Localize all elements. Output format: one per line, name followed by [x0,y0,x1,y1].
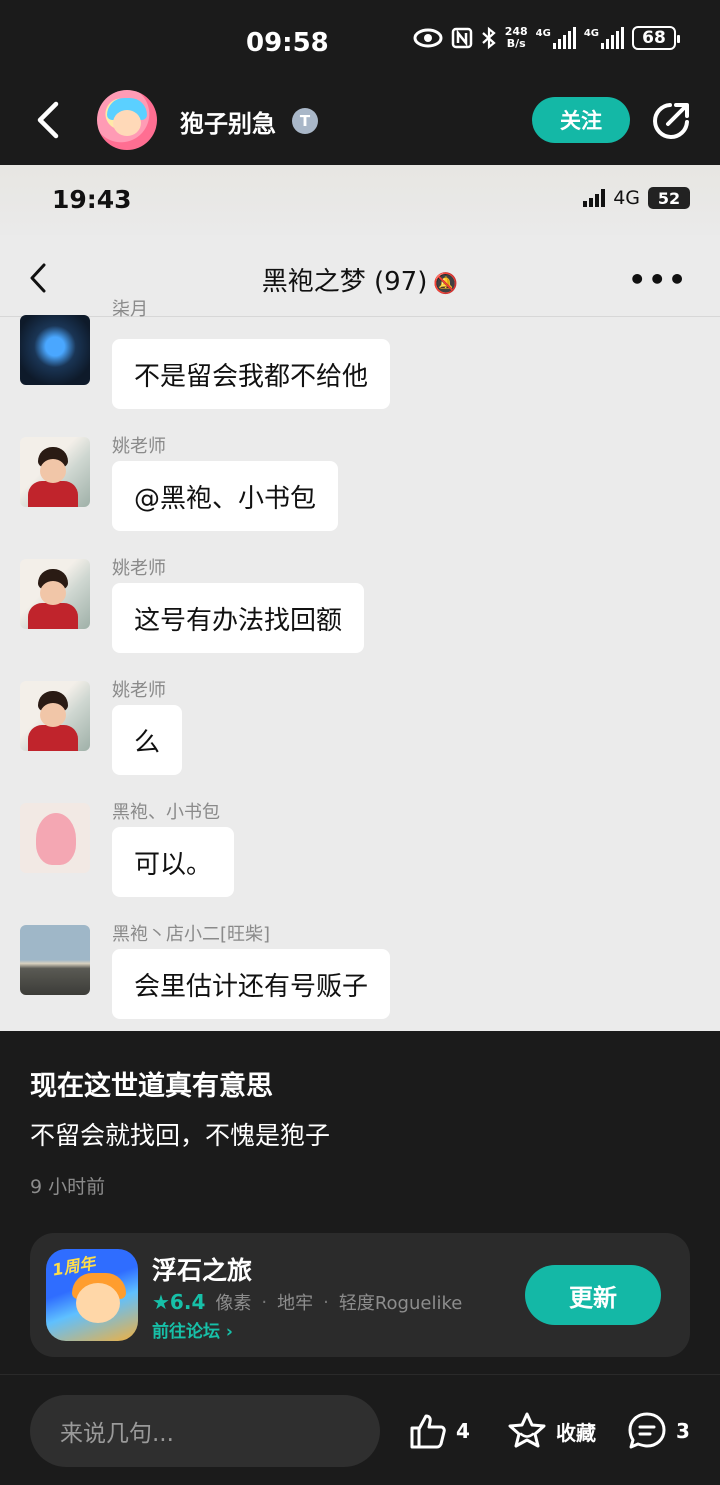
game-meta: ★6.4 像素 · 地牢 · 轻度Roguelike [152,1289,462,1315]
comment-button[interactable]: 3 [626,1408,690,1454]
sender-avatar [20,803,90,873]
follow-button[interactable]: 关注 [532,97,630,143]
inner-time: 19:43 [52,185,132,214]
chat-message: 姚老师 么 [0,676,720,786]
system-status-bar: 09:58 248 B/s 4G 4G 68 [0,0,720,80]
post-header: 狍子别急 T 关注 [0,82,720,164]
signal-2-icon: 4G [584,27,624,49]
chat-message: 柒月 不是留会我都不给他 [0,299,720,413]
star-icon [508,1412,546,1448]
chat-message: 姚老师 @黑袍、小书包 [0,432,720,542]
author-name[interactable]: 狍子别急 [180,104,276,139]
game-name[interactable]: 浮石之旅 [152,1251,252,1287]
sender-name: 黑袍丶店小二[旺柴] [112,924,271,945]
post-timestamp: 9 小时前 [30,1176,106,1198]
message-bubble: 可以。 [112,827,235,897]
game-tag: 轻度Roguelike [338,1293,463,1314]
status-icons: 248 B/s 4G 4G 68 [413,25,680,50]
sender-name: 柒月 [112,299,148,320]
chat-message: 黑袍、小书包 可以。 [0,798,720,908]
nfc-icon [451,27,472,49]
sender-name: 姚老师 [112,436,166,457]
sender-name: 姚老师 [112,558,166,579]
tag-separator: · [323,1291,329,1313]
inner-signal-icon [583,189,606,207]
message-bubble: @黑袍、小书包 [112,461,339,531]
network-speed: 248 B/s [504,25,528,50]
game-icon[interactable]: 1周年 [46,1249,138,1341]
sender-avatar [20,681,90,751]
bluetooth-icon [481,26,496,50]
share-icon[interactable] [650,100,692,142]
back-arrow-icon[interactable] [30,98,70,142]
chat-message: 黑袍丶店小二[旺柴] 会里估计还有号贩子 [0,920,720,1030]
game-tag: 像素 [215,1293,252,1314]
sender-name: 姚老师 [112,680,166,701]
favorite-label: 收藏 [556,1420,596,1445]
comment-bubble-icon [628,1412,666,1449]
message-bubble: 不是留会我都不给他 [112,339,391,409]
chat-more-icon: ••• [628,263,688,296]
tag-separator: · [261,1291,268,1313]
signal-1-icon: 4G [536,27,576,49]
game-tag: 地牢 [277,1293,314,1314]
sender-avatar [20,559,90,629]
status-time: 09:58 [246,28,329,58]
favorite-button[interactable]: 收藏 [506,1408,596,1454]
thumbs-up-icon [410,1414,446,1449]
inner-network: 4G [613,187,640,209]
like-button[interactable]: 4 [408,1408,470,1454]
inner-battery-icon: 52 [648,187,690,209]
inner-status-icons: 4G 52 [583,187,690,209]
update-button[interactable]: 更新 [525,1265,661,1325]
inner-status-bar: 19:43 4G 52 [0,165,720,235]
comment-count: 3 [676,1419,690,1443]
game-rating: ★6.4 [152,1290,206,1314]
battery-icon: 68 [632,26,680,50]
sender-avatar [20,925,90,995]
sender-avatar [20,437,90,507]
chat-message: 姚老师 这号有办法找回额 [0,554,720,664]
post-body: 不留会就找回，不愧是狍子 [30,1121,331,1150]
sender-name: 黑袍、小书包 [112,802,220,823]
message-bubble: 么 [112,705,183,775]
game-card[interactable]: 1周年 浮石之旅 ★6.4 像素 · 地牢 · 轻度Roguelike 前往论坛… [30,1233,690,1357]
post-title: 现在这世道真有意思 [30,1071,273,1102]
message-bubble: 这号有办法找回额 [112,583,365,653]
forum-link[interactable]: 前往论坛 › [152,1317,233,1342]
user-level-badge: T [292,108,318,134]
comment-input[interactable]: 来说几句... [30,1395,380,1467]
bottom-divider [0,1374,720,1375]
author-avatar[interactable] [97,90,157,150]
eye-icon [413,28,443,48]
like-count: 4 [456,1419,470,1443]
message-bubble: 会里估计还有号贩子 [112,949,391,1019]
post-image-screenshot[interactable]: 19:43 4G 52 黑袍之梦 (97) 🔕 ••• 柒月 不是留会我都不给他 … [0,165,720,1031]
sender-avatar [20,315,90,385]
chat-title: 黑袍之梦 (97) 🔕 [261,267,459,297]
mute-bell-icon: 🔕 [433,270,459,295]
